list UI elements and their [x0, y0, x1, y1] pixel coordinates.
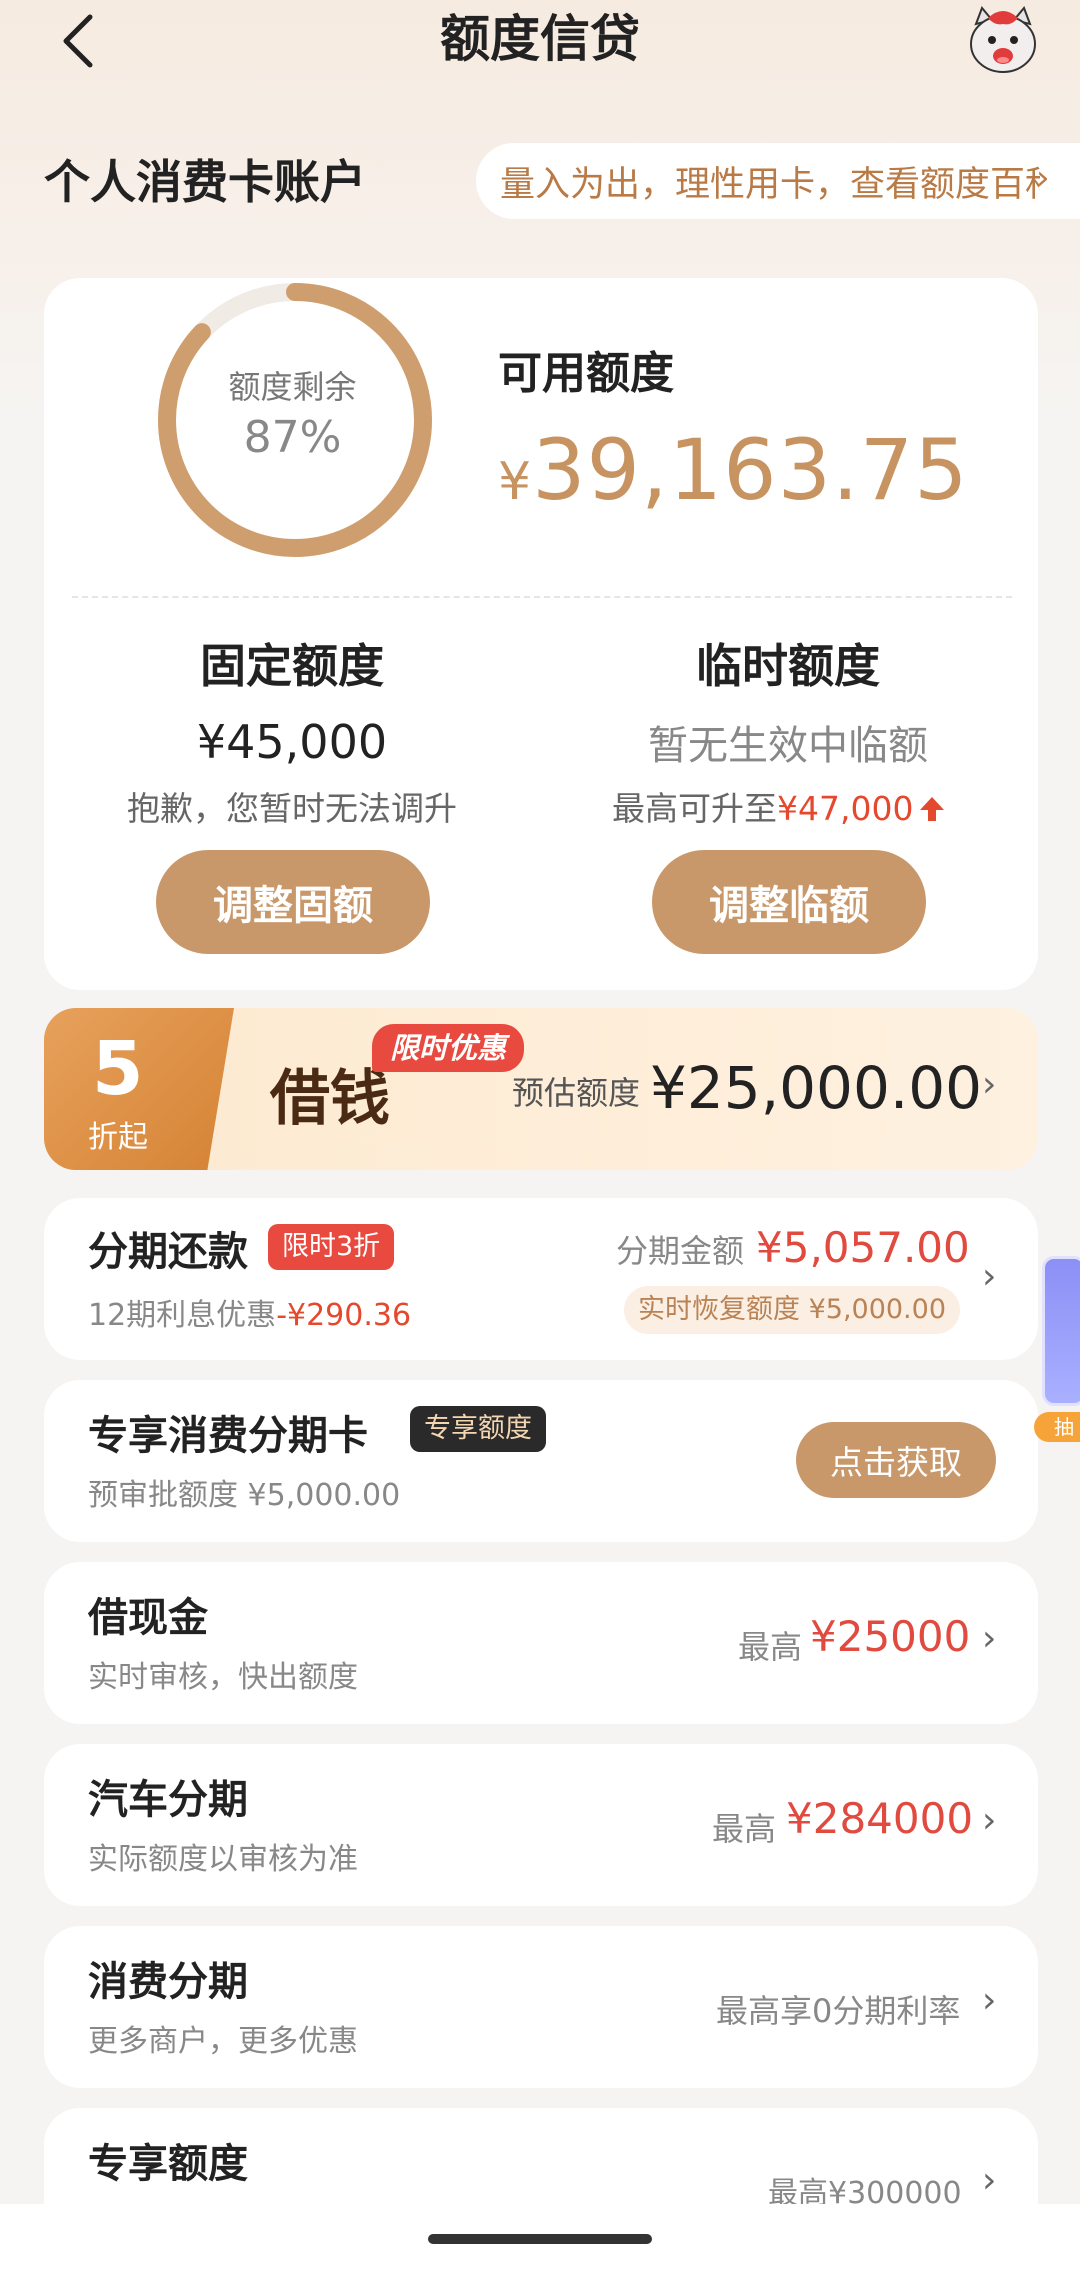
currency-symbol: ¥: [498, 452, 533, 512]
notice-ticker[interactable]: 量入为出，理性用卡，查看额度百科: [476, 143, 1080, 219]
page-title: 额度信贷: [440, 10, 640, 68]
temp-credit-title: 临时额度: [696, 639, 880, 693]
adjust-temp-button[interactable]: 调整临额: [652, 850, 926, 954]
arrow-up-icon: [920, 797, 945, 821]
installment-discount: -¥290.36: [276, 1298, 412, 1333]
borrow-cash-title: 借现金: [88, 1595, 208, 1641]
consume-installment-sub: 更多商户，更多优惠: [88, 2024, 358, 2059]
fixed-credit-value: ¥45,000: [196, 715, 388, 769]
exclusive-card-sub: 预审批额度 ¥5,000.00: [88, 1478, 401, 1513]
restore-credit-tag: 实时恢复额度 ¥5,000.00: [624, 1286, 960, 1334]
floating-promo-widget[interactable]: [1042, 1256, 1080, 1406]
temp-credit-value: 暂无生效中临额: [648, 723, 928, 769]
car-installment-title: 汽车分期: [88, 1777, 248, 1823]
notice-ticker-text: 量入为出，理性用卡，查看额度百科: [500, 164, 1040, 205]
chevron-right-icon: ›: [982, 1980, 997, 2021]
back-button[interactable]: [48, 6, 108, 76]
home-indicator[interactable]: [428, 2234, 652, 2244]
borrow-cash-max-label: 最高: [738, 1628, 803, 1666]
chevron-right-icon: ›: [982, 1064, 997, 1105]
temp-credit-note: 最高可升至¥47,000: [612, 786, 947, 832]
car-installment-max-label: 最高: [712, 1810, 777, 1848]
exclusive-quota-title: 专享额度: [88, 2141, 248, 2187]
chevron-left-icon: [63, 14, 93, 68]
estimate-label: 预估额度: [512, 1074, 641, 1112]
installment-sub: 12期利息优惠-¥290.36: [88, 1294, 411, 1338]
consume-installment-right: 最高享0分期利率: [716, 1992, 961, 2030]
divider: [72, 596, 1012, 598]
fixed-credit-title: 固定额度: [200, 639, 384, 693]
chevron-right-icon: ›: [1036, 158, 1050, 198]
temp-note-prefix: 最高可升至: [612, 789, 777, 828]
installment-amount-label: 分期金额: [616, 1232, 745, 1270]
borrow-cash-sub: 实时审核，快出额度: [88, 1660, 358, 1695]
car-installment-sub: 实际额度以审核为准: [88, 1842, 358, 1877]
available-credit-label: 可用额度: [498, 348, 674, 399]
chevron-right-icon: ›: [982, 1618, 997, 1659]
get-card-button[interactable]: 点击获取: [796, 1422, 996, 1498]
discount-number: 5: [92, 1026, 144, 1112]
ring-label: 额度剩余: [228, 368, 357, 406]
temp-note-amount: ¥47,000: [777, 789, 914, 828]
available-credit-amount: ¥39,163.75: [498, 420, 969, 532]
borrow-cash-max-amount: ¥25000: [810, 1612, 971, 1661]
installment-title: 分期还款: [88, 1229, 248, 1275]
chevron-right-icon: ›: [982, 2160, 997, 2201]
ring-percent: 87%: [243, 412, 342, 463]
floating-promo-label[interactable]: 抽: [1034, 1412, 1080, 1442]
consume-installment-title: 消费分期: [88, 1959, 248, 2005]
fixed-credit-note: 抱歉，您暂时无法调升: [127, 789, 457, 828]
promo-tag: 限时优惠: [372, 1024, 525, 1072]
available-amount-value: 39,163.75: [532, 421, 969, 519]
installment-amount: ¥5,057.00: [756, 1223, 970, 1272]
car-installment-max-amount: ¥284000: [786, 1794, 974, 1843]
account-title: 个人消费卡账户: [44, 155, 366, 209]
installment-tag: 限时3折: [268, 1224, 395, 1270]
chevron-right-icon: ›: [982, 1800, 997, 1841]
chevron-right-icon: ›: [982, 1256, 997, 1297]
mascot-icon[interactable]: [966, 4, 1040, 76]
exclusive-card-title: 专享消费分期卡: [88, 1413, 368, 1459]
exclusive-card-tag: 专享额度: [410, 1406, 546, 1452]
adjust-fixed-button[interactable]: 调整固额: [156, 850, 430, 954]
discount-suffix: 折起: [88, 1120, 148, 1155]
installment-sub-prefix: 12期利息优惠: [88, 1298, 277, 1333]
estimate-amount: ¥25,000.00: [650, 1054, 983, 1122]
